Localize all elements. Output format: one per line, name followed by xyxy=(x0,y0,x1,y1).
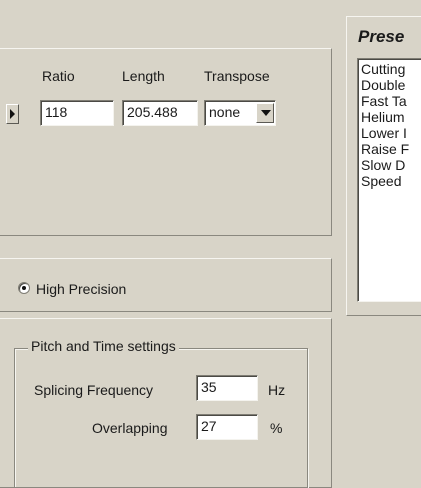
ratio-spin-button[interactable] xyxy=(6,104,19,124)
transpose-selected-value: none xyxy=(209,104,241,120)
overlapping-label: Overlapping xyxy=(92,420,168,436)
radio-selected-dot xyxy=(22,286,26,290)
preset-item[interactable]: Slow D xyxy=(361,157,421,173)
preset-item[interactable]: Lower I xyxy=(361,125,421,141)
preset-item[interactable]: Cutting xyxy=(361,61,421,77)
high-precision-radio[interactable] xyxy=(18,282,30,294)
preset-item[interactable]: Speed xyxy=(361,173,421,189)
pitch-time-groupbox xyxy=(14,348,308,488)
length-label: Length xyxy=(122,68,165,84)
overlapping-input[interactable]: 27 xyxy=(196,414,258,440)
ratio-input[interactable]: 118 xyxy=(40,100,114,126)
length-input[interactable]: 205.488 xyxy=(122,100,198,126)
preset-item[interactable]: Fast Ta xyxy=(361,93,421,109)
overlapping-unit: % xyxy=(270,420,283,436)
preset-item[interactable]: Double xyxy=(361,77,421,93)
pitch-time-group-label: Pitch and Time settings xyxy=(28,338,179,354)
preset-item[interactable]: Raise F xyxy=(361,141,421,157)
transpose-dropdown-button[interactable] xyxy=(256,103,274,123)
ratio-label: Ratio xyxy=(42,68,75,84)
presets-list[interactable]: Cutting Double Fast Ta Helium Lower I Ra… xyxy=(357,58,421,302)
high-precision-label: High Precision xyxy=(36,281,127,297)
transpose-label: Transpose xyxy=(204,68,270,84)
splicing-frequency-label: Splicing Frequency xyxy=(34,382,154,398)
preset-item[interactable]: Helium xyxy=(361,109,421,125)
arrow-right-icon xyxy=(10,109,15,119)
chevron-down-icon xyxy=(261,110,271,116)
presets-title: Prese xyxy=(358,27,405,46)
splicing-frequency-unit: Hz xyxy=(268,382,286,398)
splicing-frequency-input[interactable]: 35 xyxy=(196,375,258,401)
